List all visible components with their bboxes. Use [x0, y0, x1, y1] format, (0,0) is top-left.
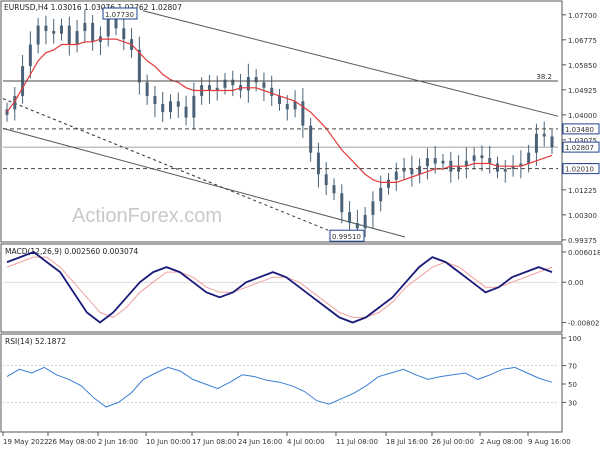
candle-body	[122, 28, 126, 40]
candle-body	[387, 179, 390, 188]
candle-body	[309, 125, 313, 153]
rsi-tick-label: 30	[568, 399, 577, 407]
price-annotation-label: 1.07730	[105, 11, 134, 19]
candle-body	[262, 82, 266, 88]
candle-body	[52, 31, 56, 34]
symbol-header: EURUSD,H4 1.03016 1.03076 1.02762 1.0280…	[4, 3, 182, 12]
price-tick-label: 1.01225	[568, 187, 597, 195]
x-tick-label: 10 Jun 00:00	[146, 438, 190, 446]
price-annotation-label: 0.99510	[332, 233, 361, 241]
candle-body	[231, 79, 235, 86]
candle-body	[137, 49, 141, 83]
candle-body	[169, 101, 172, 113]
x-tick-label: 2 Jun 16:00	[98, 438, 138, 446]
x-tick-label: 18 Jul 16:00	[386, 438, 428, 446]
candle-body	[410, 168, 414, 175]
candle-body	[527, 152, 531, 164]
x-tick-label: 26 May 08:00	[48, 438, 96, 446]
candle-body	[83, 22, 87, 32]
price-tick-label: 1.04000	[568, 112, 597, 120]
candle-body	[534, 133, 538, 153]
candle-body	[394, 171, 398, 180]
price-tick-label: 0.99375	[568, 237, 597, 245]
x-tick-label: 9 Aug 16:00	[528, 438, 571, 446]
rsi-header: RSI(14) 52.1872	[5, 337, 66, 346]
x-tick-label: 26 Jul 00:00	[432, 438, 474, 446]
candle-body	[153, 95, 157, 105]
x-tick-label: 19 May 2022	[3, 438, 49, 446]
candle-body	[363, 214, 367, 229]
candle-body	[60, 25, 63, 34]
candle-body	[285, 104, 289, 110]
x-tick-label: 17 Jun 08:00	[192, 438, 236, 446]
x-tick-label: 2 Aug 08:00	[480, 438, 523, 446]
rsi-tick-label: 100	[568, 335, 581, 343]
macd-tick-label: 0.006018	[568, 249, 600, 257]
candle-body	[371, 201, 375, 215]
candle-body	[418, 166, 422, 175]
macd-tick-label: -0.00802	[568, 320, 599, 328]
candle-body	[480, 155, 484, 159]
x-tick-label: 4 Jul 00:00	[287, 438, 325, 446]
candle-body	[270, 87, 274, 96]
level-label: 1.02807	[565, 144, 594, 152]
candle-body	[550, 136, 554, 148]
candle-body	[44, 25, 48, 32]
chart-svg: EURUSD,H4 1.03016 1.03076 1.02762 1.0280…	[0, 0, 600, 450]
price-tick-label: 1.05850	[568, 62, 597, 70]
candle-body	[472, 155, 476, 161]
candle-body	[332, 185, 336, 194]
candle-body	[36, 25, 40, 45]
candle-body	[106, 17, 110, 37]
candle-body	[207, 85, 211, 91]
candle-body	[278, 95, 281, 105]
price-tick-label: 1.04925	[568, 87, 597, 95]
candle-body	[246, 76, 250, 91]
candle-body	[503, 168, 507, 172]
candle-body	[75, 31, 79, 45]
candle-body	[254, 76, 258, 83]
rsi-tick-label: 50	[568, 381, 577, 389]
candle-body	[425, 158, 429, 167]
price-tick-label: 1.07700	[568, 12, 597, 20]
candle-body	[161, 104, 165, 113]
x-tick-label: 24 Jun 16:00	[238, 438, 282, 446]
candle-body	[324, 174, 328, 186]
candle-body	[433, 158, 437, 164]
rsi-tick-label: 70	[568, 363, 577, 371]
candle-body	[316, 152, 320, 175]
candle-body	[402, 168, 406, 172]
candle-body	[496, 163, 499, 172]
candle-body	[67, 25, 71, 45]
candle-body	[542, 133, 546, 137]
level-label: 1.02010	[565, 166, 594, 174]
candle-body	[379, 187, 383, 202]
candle-body	[28, 44, 32, 67]
candle-body	[91, 22, 95, 42]
candle-body	[348, 212, 352, 223]
level-label: 1.03480	[565, 126, 594, 134]
candle-body	[192, 95, 196, 118]
candle-body	[301, 101, 305, 126]
candle-body	[176, 101, 180, 107]
candle-body	[488, 158, 492, 164]
x-tick-label: 11 Jul 08:00	[336, 438, 378, 446]
watermark: ActionForex.com	[72, 205, 222, 227]
candle-body	[340, 193, 344, 213]
candle-body	[441, 160, 445, 164]
candle-body	[145, 82, 149, 96]
price-tick-label: 1.06775	[568, 37, 597, 45]
price-tick-label: 1.00300	[568, 212, 597, 220]
macd-tick-label: 0.00	[568, 279, 584, 287]
candle-body	[355, 222, 359, 229]
fib-level-label: 38.2	[536, 73, 552, 81]
candle-body	[184, 106, 188, 118]
